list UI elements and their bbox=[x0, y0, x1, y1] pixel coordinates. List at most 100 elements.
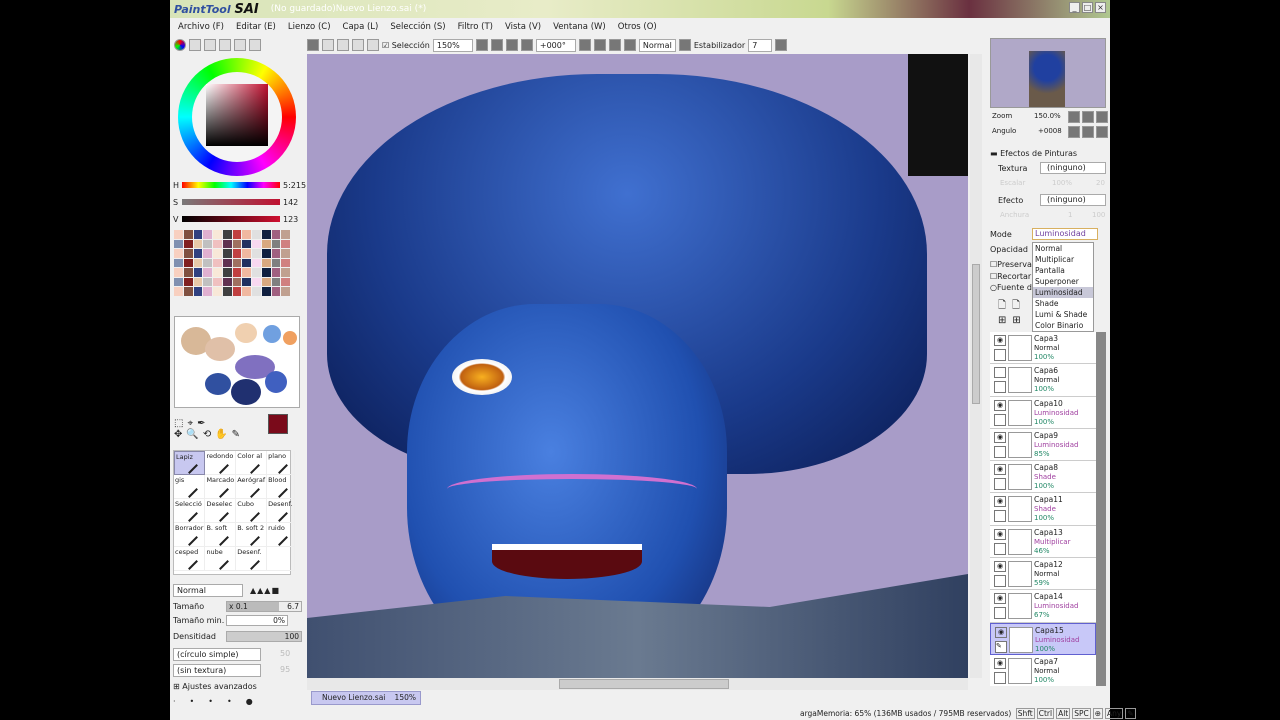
menu-item[interactable]: Lienzo (C) bbox=[288, 22, 331, 32]
brush-ruido[interactable]: ruido bbox=[267, 523, 295, 547]
swatch[interactable] bbox=[193, 287, 203, 296]
eye-icon[interactable]: ◉ bbox=[994, 528, 1006, 540]
rotate-reset-icon[interactable] bbox=[623, 39, 636, 51]
rotate-left-icon[interactable] bbox=[593, 39, 606, 51]
rotate-right-icon[interactable] bbox=[608, 39, 621, 51]
eye-icon[interactable]: ◉ bbox=[994, 464, 1006, 476]
swatch[interactable] bbox=[261, 249, 271, 258]
swatch[interactable] bbox=[261, 230, 271, 239]
swatch[interactable] bbox=[271, 239, 281, 249]
modifier-key-5[interactable]: Any bbox=[1105, 708, 1124, 719]
swatch[interactable] bbox=[271, 268, 281, 277]
swatch[interactable] bbox=[232, 268, 242, 277]
menu-item[interactable]: Selección (S) bbox=[390, 22, 445, 32]
stabilizer-dropdown-icon[interactable] bbox=[775, 39, 788, 51]
swatch[interactable] bbox=[174, 268, 183, 277]
brush-lapiz[interactable]: Lapiz bbox=[174, 451, 206, 475]
navigator-preview[interactable] bbox=[990, 38, 1106, 108]
menu-item[interactable]: Otros (O) bbox=[618, 22, 657, 32]
nav-zoom-buttons[interactable] bbox=[1068, 111, 1108, 123]
hue-slider[interactable] bbox=[182, 182, 280, 188]
eye-icon[interactable]: ◉ bbox=[994, 593, 1006, 605]
swatch[interactable] bbox=[242, 230, 251, 239]
angle-field[interactable]: +000° bbox=[535, 38, 576, 52]
swatch[interactable] bbox=[222, 239, 232, 249]
swatch[interactable] bbox=[242, 277, 251, 287]
swatch[interactable] bbox=[242, 249, 251, 258]
canvas-vertical-scrollbar[interactable] bbox=[970, 54, 982, 678]
brush-b-soft-2[interactable]: B. soft 2 bbox=[236, 523, 268, 547]
swatch[interactable] bbox=[252, 287, 261, 296]
zoom-in-icon[interactable] bbox=[505, 39, 518, 51]
advanced-settings-toggle[interactable]: ⊞ Ajustes avanzados bbox=[173, 682, 257, 691]
menu-item[interactable]: Archivo (F) bbox=[178, 22, 224, 32]
modifier-key-4[interactable]: ⊕ bbox=[1092, 708, 1104, 719]
swatch-grid[interactable] bbox=[174, 230, 290, 296]
layer-row[interactable]: ◉ Capa11 Shade 100% bbox=[990, 493, 1096, 526]
swatch[interactable] bbox=[174, 239, 183, 249]
brush-plano[interactable]: plano bbox=[267, 451, 295, 475]
preserve-opacity-checkbox[interactable]: ☐Preserva bbox=[990, 260, 1032, 269]
swatch[interactable] bbox=[203, 249, 212, 258]
layer-row[interactable]: ◉ Capa10 Luminosidad 100% bbox=[990, 396, 1096, 429]
swatch[interactable] bbox=[261, 239, 271, 249]
layer-row[interactable]: ◉ Capa3 Normal 100% bbox=[990, 332, 1096, 365]
deselect-icon[interactable] bbox=[352, 39, 364, 51]
lock-toggle[interactable] bbox=[994, 445, 1006, 458]
swatch[interactable] bbox=[174, 249, 183, 258]
swatch[interactable] bbox=[213, 258, 222, 268]
eye-icon[interactable]: ◉ bbox=[994, 561, 1006, 573]
swatch[interactable] bbox=[193, 277, 203, 287]
density-value[interactable]: 100 bbox=[226, 631, 302, 642]
brush-size-presets[interactable]: ·•••● bbox=[173, 697, 267, 706]
size-value[interactable]: 6.7 bbox=[287, 602, 299, 611]
menu-item[interactable]: Filtro (T) bbox=[458, 22, 493, 32]
swatch[interactable] bbox=[193, 249, 203, 258]
swatch[interactable] bbox=[183, 268, 193, 277]
swatch[interactable] bbox=[242, 268, 251, 277]
lock-toggle[interactable] bbox=[994, 542, 1006, 555]
nav-zoom-value[interactable]: 150.0% bbox=[1034, 112, 1061, 120]
swatch[interactable] bbox=[242, 258, 251, 268]
lock-toggle[interactable] bbox=[994, 413, 1006, 426]
swatch[interactable] bbox=[213, 230, 222, 239]
swatch[interactable] bbox=[203, 287, 212, 296]
lock-toggle[interactable] bbox=[994, 349, 1006, 361]
mode-option[interactable]: Shade bbox=[1033, 298, 1093, 309]
swatch[interactable] bbox=[281, 268, 290, 277]
swatch[interactable] bbox=[183, 239, 193, 249]
swatch[interactable] bbox=[213, 277, 222, 287]
swatch[interactable] bbox=[281, 230, 290, 239]
lock-toggle[interactable] bbox=[994, 671, 1006, 684]
brush-gis[interactable]: gis bbox=[174, 475, 206, 499]
redo-icon[interactable] bbox=[337, 39, 349, 51]
zoom-dropdown-icon[interactable] bbox=[475, 39, 488, 51]
modifier-key-6[interactable]: ✎ bbox=[1125, 708, 1136, 719]
swatch[interactable] bbox=[213, 239, 222, 249]
swatch[interactable] bbox=[252, 239, 261, 249]
swatch[interactable] bbox=[193, 268, 203, 277]
swatch[interactable] bbox=[232, 287, 242, 296]
swatch[interactable] bbox=[183, 258, 193, 268]
modifier-key-1[interactable]: Ctrl bbox=[1036, 708, 1055, 719]
layer-row[interactable]: ◉ Capa9 Luminosidad 85% bbox=[990, 428, 1096, 462]
swatch[interactable] bbox=[203, 239, 212, 249]
swatch[interactable] bbox=[174, 230, 183, 239]
swatch[interactable] bbox=[252, 230, 261, 239]
swatch[interactable] bbox=[271, 258, 281, 268]
lock-toggle[interactable] bbox=[994, 510, 1006, 523]
brush-selecci-[interactable]: Selecció bbox=[174, 499, 206, 523]
minimize-button[interactable]: _ bbox=[1069, 2, 1080, 13]
color-wheel-toggle-icon[interactable] bbox=[174, 39, 186, 51]
swatch[interactable] bbox=[271, 277, 281, 287]
lock-toggle[interactable] bbox=[994, 478, 1006, 491]
brush-shape-select[interactable]: (círculo simple) bbox=[173, 648, 261, 661]
mixer-toggle-icon[interactable] bbox=[219, 39, 231, 51]
swatch[interactable] bbox=[222, 277, 232, 287]
swatch[interactable] bbox=[271, 287, 281, 296]
swatch[interactable] bbox=[222, 258, 232, 268]
layer-row[interactable]: ◉ ✎ Capa15 Luminosidad 100% bbox=[990, 622, 1096, 655]
drawing-canvas[interactable] bbox=[307, 54, 968, 678]
eye-icon[interactable]: ◉ bbox=[994, 496, 1006, 508]
color-square[interactable] bbox=[206, 84, 268, 146]
